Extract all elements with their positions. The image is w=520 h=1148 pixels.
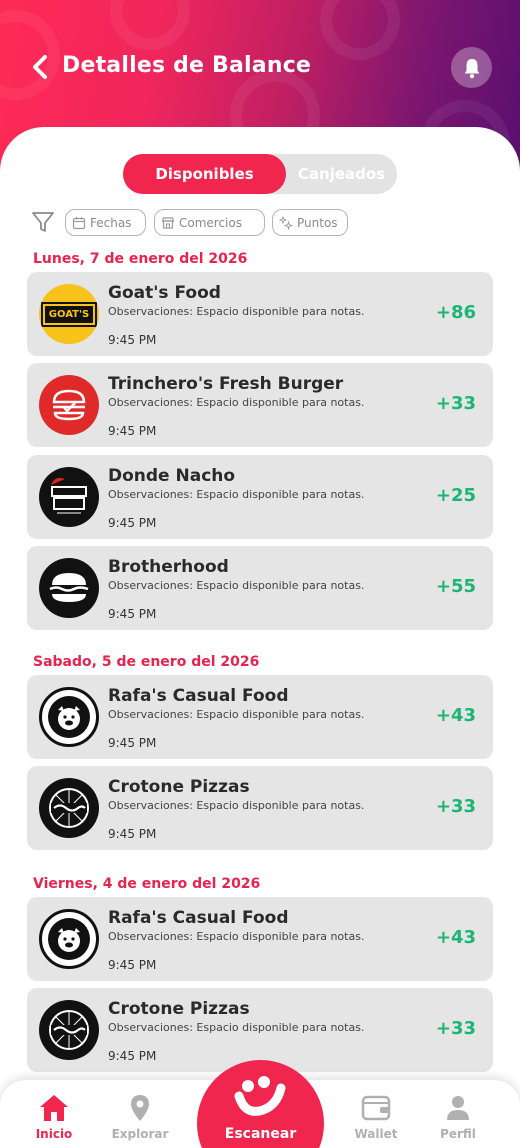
transaction-card[interactable]: GOAT'S Goat's Food Observaciones: Espaci…	[27, 272, 493, 356]
back-button[interactable]	[26, 52, 56, 82]
home-icon	[40, 1095, 68, 1121]
scan-label[interactable]: Escanear	[197, 1126, 324, 1142]
transaction-time: 9:45 PM	[108, 958, 157, 972]
burger-icon	[52, 389, 86, 421]
logo-text: GOAT'S	[40, 301, 98, 327]
store-icon	[161, 216, 175, 229]
background-pattern	[110, 0, 190, 50]
filter-button[interactable]	[30, 209, 56, 235]
burger-icon	[49, 573, 89, 602]
background-pattern	[320, 0, 400, 60]
observations: Observaciones: Espacio disponible para n…	[108, 1021, 365, 1034]
nav-label: Wallet	[354, 1127, 398, 1141]
trincheros-logo	[39, 375, 99, 435]
filter-chip-puntos[interactable]: Puntos	[272, 209, 348, 236]
filter-chip-comercios[interactable]: Comercios	[154, 209, 265, 236]
transaction-time: 9:45 PM	[108, 424, 157, 438]
merchant-name: Trinchero's Fresh Burger	[108, 374, 344, 394]
filter-icon	[32, 212, 54, 232]
transaction-time: 9:45 PM	[108, 333, 157, 347]
merchant-name: Brotherhood	[108, 557, 229, 577]
rafas-logo	[39, 687, 99, 747]
transaction-time: 9:45 PM	[108, 607, 157, 621]
points-value: +25	[435, 485, 476, 506]
points-value: +55	[435, 576, 476, 597]
observations: Observaciones: Espacio disponible para n…	[108, 579, 365, 592]
points-value: +86	[435, 302, 476, 323]
merchant-name: Goat's Food	[108, 283, 221, 303]
calendar-icon	[72, 216, 86, 229]
user-icon	[447, 1096, 469, 1120]
scan-logo-icon	[234, 1076, 286, 1116]
pizza-icon	[49, 1010, 89, 1050]
observations: Observaciones: Espacio disponible para n…	[108, 305, 365, 318]
merchant-name: Rafa's Casual Food	[108, 908, 289, 928]
transaction-card[interactable]: Rafa's Casual Food Observaciones: Espaci…	[27, 675, 493, 759]
merchant-name: Rafa's Casual Food	[108, 686, 289, 706]
filter-chip-fechas[interactable]: Fechas	[65, 209, 146, 236]
transaction-time: 9:45 PM	[108, 516, 157, 530]
merchant-name: Crotone Pizzas	[108, 777, 250, 797]
nav-label: Explorar	[111, 1127, 169, 1141]
filter-chip-label: Puntos	[297, 215, 338, 230]
nav-perfil[interactable]: Perfil	[418, 1080, 498, 1148]
goats-food-logo: GOAT'S	[39, 284, 99, 344]
points-value: +33	[435, 796, 476, 817]
chevron-left-icon	[33, 55, 47, 79]
merchant-name: Donde Nacho	[108, 466, 236, 486]
transaction-card[interactable]: Brotherhood Observaciones: Espacio dispo…	[27, 546, 493, 630]
donde-nacho-emblem-icon	[51, 477, 87, 514]
transaction-time: 9:45 PM	[108, 1049, 157, 1063]
points-value: +43	[435, 705, 476, 726]
page-title: Detalles de Balance	[62, 53, 312, 78]
transaction-card[interactable]: Rafa's Casual Food Observaciones: Espaci…	[27, 897, 493, 981]
date-header: Sabado, 5 de enero del 2026	[33, 654, 260, 670]
nav-wallet[interactable]: Wallet	[336, 1080, 416, 1148]
date-header: Viernes, 4 de enero del 2026	[33, 876, 261, 892]
tab-canjeados[interactable]: Canjeados	[286, 154, 397, 194]
transaction-time: 9:45 PM	[108, 736, 157, 750]
transaction-card[interactable]: Donde Nacho Observaciones: Espacio dispo…	[27, 455, 493, 539]
crotone-logo	[39, 1000, 99, 1060]
transaction-time: 9:45 PM	[108, 827, 157, 841]
donde-nacho-logo	[39, 467, 99, 527]
observations: Observaciones: Espacio disponible para n…	[108, 930, 365, 943]
rafas-logo	[39, 909, 99, 969]
date-header: Lunes, 7 de enero del 2026	[33, 251, 248, 267]
bell-icon	[464, 58, 479, 78]
nav-label: Perfil	[440, 1127, 476, 1141]
nav-explorar[interactable]: Explorar	[100, 1080, 180, 1148]
observations: Observaciones: Espacio disponible para n…	[108, 488, 365, 501]
merchant-name: Crotone Pizzas	[108, 999, 250, 1019]
filter-chip-label: Fechas	[90, 215, 132, 230]
bulldog-icon	[48, 696, 90, 738]
tab-disponibles[interactable]: Disponibles	[123, 154, 286, 194]
brotherhood-logo	[39, 558, 99, 618]
filter-chip-label: Comercios	[179, 215, 242, 230]
map-pin-icon	[131, 1095, 149, 1121]
crotone-logo	[39, 778, 99, 838]
observations: Observaciones: Espacio disponible para n…	[108, 799, 365, 812]
points-value: +33	[435, 1018, 476, 1039]
observations: Observaciones: Espacio disponible para n…	[108, 396, 365, 409]
bulldog-icon	[48, 918, 90, 960]
notifications-button[interactable]	[451, 47, 492, 88]
segmented-control: Disponibles Canjeados	[123, 154, 397, 194]
nav-inicio[interactable]: Inicio	[14, 1080, 94, 1148]
observations: Observaciones: Espacio disponible para n…	[108, 708, 365, 721]
wallet-icon	[361, 1095, 391, 1121]
pizza-icon	[49, 788, 89, 828]
points-value: +33	[435, 393, 476, 414]
transaction-card[interactable]: Trinchero's Fresh Burger Observaciones: …	[27, 363, 493, 447]
nav-label: Inicio	[35, 1127, 73, 1141]
sparkle-icon	[279, 215, 293, 230]
points-value: +43	[435, 927, 476, 948]
transaction-card[interactable]: Crotone Pizzas Observaciones: Espacio di…	[27, 766, 493, 850]
